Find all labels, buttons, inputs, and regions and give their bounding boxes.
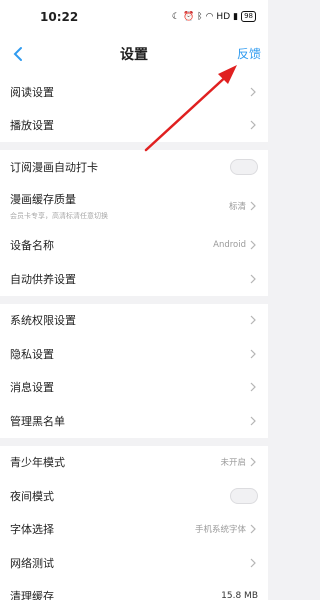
battery-icon: 98 [241,11,256,22]
device-name-right: Android [213,239,258,251]
device-name-row[interactable]: 设备名称 Android [0,229,268,263]
chevron-right-icon [250,240,256,250]
chevron-right-icon [250,120,256,130]
feedback-button[interactable]: 反馈 [237,45,261,62]
back-icon[interactable] [8,44,28,64]
settings-group-4: 青少年模式 未开启 夜间模式 字体选择 手机系统字体 网络测试 清理缓存 15.… [0,445,268,600]
network-test-label: 网络测试 [10,556,54,570]
font-select-right: 手机系统字体 [195,523,258,535]
night-mode-toggle[interactable] [230,487,258,504]
reading-settings-label: 阅读设置 [10,85,54,99]
chevron-right-icon [250,274,256,284]
page-title: 设置 [120,47,148,63]
privacy-settings-row[interactable]: 隐私设置 [0,337,268,371]
settings-group-3: 系统权限设置 隐私设置 消息设置 管理黑名单 [0,303,268,438]
font-select-value: 手机系统字体 [194,525,246,536]
chevron-right-icon [250,315,256,325]
cache-quality-text: 漫画缓存质量 会员卡专享，高清标清任意切换 [10,191,108,221]
clear-cache-value: 15.8 MB [221,591,258,600]
chevron-right-icon [250,558,256,568]
chevron-right-icon [250,349,256,359]
wifi-icon: ◠ [205,11,214,22]
auto-feed-label: 自动供养设置 [10,272,76,286]
teen-mode-row[interactable]: 青少年模式 未开启 [0,446,268,480]
clear-cache-row[interactable]: 清理缓存 15.8 MB [0,580,268,600]
blacklist-label: 管理黑名单 [10,414,65,428]
font-select-label: 字体选择 [10,523,54,537]
settings-group-2: 订阅漫画自动打卡 漫画缓存质量 会员卡专享，高清标清任意切换 标清 设备名称 A… [0,150,268,296]
chevron-right-icon [250,457,256,467]
cache-quality-label: 漫画缓存质量 [10,193,76,206]
status-icons: ☾ ⏰ ᛒ ◠ HD ▮ 98 [172,11,256,22]
cache-quality-value: 标清 [228,202,246,212]
chevron-right-icon [250,87,256,97]
nav-bar: 设置 反馈 [0,33,268,75]
night-mode-label: 夜间模式 [10,489,54,503]
auto-checkin-row: 订阅漫画自动打卡 [0,150,268,184]
chevron-right-icon [250,382,256,392]
cache-quality-subtitle: 会员卡专享，高清标清任意切换 [10,212,108,220]
teen-mode-value: 未开启 [220,458,246,469]
auto-checkin-toggle[interactable] [230,158,258,175]
message-settings-label: 消息设置 [10,381,54,395]
reading-settings-row[interactable]: 阅读设置 [0,75,268,109]
bluetooth-icon: ᛒ [197,11,203,22]
chevron-right-icon [250,416,256,426]
moon-icon: ☾ [171,11,180,22]
blacklist-row[interactable]: 管理黑名单 [0,404,268,438]
playback-settings-label: 播放设置 [10,119,54,133]
message-settings-row[interactable]: 消息设置 [0,371,268,405]
settings-group-1: 阅读设置 播放设置 [0,75,268,142]
status-bar: 10:22 ☾ ⏰ ᛒ ◠ HD ▮ 98 [0,0,268,33]
chevron-right-icon [250,201,256,211]
chevron-right-icon [250,524,256,534]
font-select-row[interactable]: 字体选择 手机系统字体 [0,513,268,547]
teen-mode-right: 未开启 [220,456,258,468]
hd-icon: HD [216,11,231,22]
device-name-value: Android [213,240,246,251]
network-test-row[interactable]: 网络测试 [0,546,268,580]
cache-quality-right: 标清 [229,200,258,212]
auto-feed-row[interactable]: 自动供养设置 [0,262,268,296]
clear-cache-label: 清理缓存 [10,590,54,600]
alarm-icon: ⏰ [182,11,195,22]
auto-checkin-label: 订阅漫画自动打卡 [10,160,98,174]
status-time: 10:22 [40,9,79,24]
playback-settings-row[interactable]: 播放设置 [0,109,268,143]
night-mode-row: 夜间模式 [0,479,268,513]
cache-quality-row[interactable]: 漫画缓存质量 会员卡专享，高清标清任意切换 标清 [0,184,268,229]
privacy-settings-label: 隐私设置 [10,347,54,361]
signal-icon: ▮ [233,11,239,22]
system-permissions-label: 系统权限设置 [10,314,76,328]
system-permissions-row[interactable]: 系统权限设置 [0,304,268,338]
teen-mode-label: 青少年模式 [10,456,65,470]
device-name-label: 设备名称 [10,239,54,253]
